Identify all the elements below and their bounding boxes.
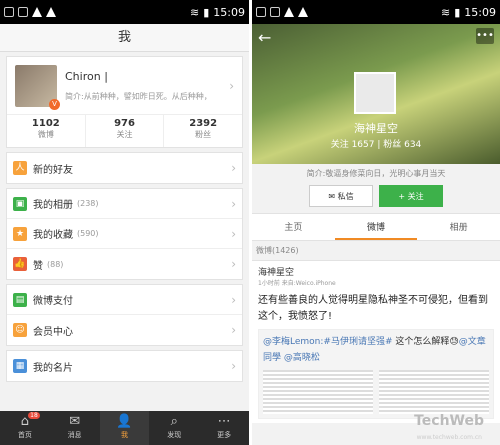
back-arrow-icon[interactable]: ← [258, 28, 271, 47]
mention-link[interactable]: @李梅Lemon: [263, 337, 323, 347]
battery-icon: ▮ [454, 5, 461, 19]
menu-favorites[interactable]: ★ 我的收藏 (590) › [7, 219, 242, 249]
repost-box[interactable]: @李梅Lemon:#马伊琍请坚强# 这个怎么解释😓@文章同學 @高晓松 [258, 329, 494, 419]
photo-icon: ▣ [13, 196, 27, 211]
mail-icon: ✉ [328, 192, 338, 201]
post-author[interactable]: 海神星空 [258, 265, 494, 278]
profile-tabs: 主页 微博 相册 [252, 213, 500, 241]
chevron-right-icon: › [231, 196, 236, 211]
user-profile-screen: ≋ ▮ 15:09 ← ••• 海神星空 关注 1657 | 粉丝 634 简介… [252, 0, 500, 445]
follow-stats: 关注 1657 | 粉丝 634 [330, 140, 422, 150]
user-icon: 人 [13, 161, 27, 175]
home-icon: ⌂ [20, 414, 30, 429]
profile-bio: 简介:从前种种，譬如昨日死。从后种种， [65, 91, 212, 101]
notification-icon [4, 7, 14, 17]
avatar[interactable] [354, 72, 396, 114]
clock: 15:09 [464, 5, 496, 19]
profile-bio: 简介:敬逼身修菜向日，光明心事月当天 [306, 169, 446, 178]
menu-vip[interactable]: ☺ 会员中心 › [7, 315, 242, 345]
clock: 15:09 [213, 5, 245, 19]
chevron-right-icon: › [231, 257, 236, 271]
tab-home[interactable]: 主页 [252, 214, 335, 240]
stat-followers[interactable]: 2392 粉丝 [164, 115, 242, 147]
wifi-icon: ≋ [441, 5, 451, 19]
tab-album[interactable]: 相册 [417, 214, 500, 240]
battery-icon: ▮ [203, 5, 210, 19]
post-image[interactable] [263, 370, 373, 414]
chevron-right-icon: › [231, 323, 236, 337]
menu-group-friends: 人 新的好友 › [6, 152, 243, 184]
tab-discover[interactable]: ⌕ 发现 [149, 411, 199, 445]
chevron-right-icon: › [231, 161, 236, 175]
watermark-url: www.techweb.com.cn [416, 434, 482, 441]
menu-likes[interactable]: 👍 赞 (88) › [7, 249, 242, 279]
bottom-tab-bar: 18 ⌂ 首页 ✉ 消息 👤 我 ⌕ 发现 ⋯ 更多 [0, 411, 249, 445]
menu-new-friends[interactable]: 人 新的好友 › [7, 153, 242, 183]
verified-icon: V [49, 98, 60, 110]
wallet-icon: ▤ [13, 292, 27, 307]
profile-name: Chiron | [65, 69, 108, 83]
menu-group-services: ▤ 微博支付 › ☺ 会员中心 › [6, 284, 243, 346]
tab-weibo[interactable]: 微博 [334, 214, 418, 240]
vip-icon: ☺ [13, 323, 27, 337]
status-bar: ≋ ▮ 15:09 [252, 0, 500, 24]
status-bar: ≋ ▮ 15:09 [0, 0, 249, 24]
chevron-right-icon: › [231, 292, 236, 307]
weibo-count: 微博(1426) [256, 246, 299, 255]
emoji-icon: 😓 [449, 337, 459, 347]
person-icon: 👤 [116, 414, 133, 429]
tab-more[interactable]: ⋯ 更多 [199, 411, 249, 445]
more-icon[interactable]: ••• [476, 28, 494, 44]
action-bar: ✉ 私信 + 关注 [252, 183, 500, 213]
profile-name: 海神星空 [354, 122, 398, 135]
watermark-logo: TechWeb [414, 413, 484, 429]
unread-badge: 18 [28, 412, 40, 419]
profile-card[interactable]: V Chiron | 简介:从前种种，譬如昨日死。从后种种， › 1102 微博… [6, 56, 243, 148]
tab-home[interactable]: 18 ⌂ 首页 [0, 411, 50, 445]
chevron-right-icon: › [231, 359, 236, 373]
menu-group-card: ▦ 我的名片 › [6, 350, 243, 382]
cover-image: ← ••• 海神星空 关注 1657 | 粉丝 634 [252, 24, 500, 164]
warning-icon [32, 7, 42, 17]
wifi-icon: ≋ [190, 5, 200, 19]
menu-card[interactable]: ▦ 我的名片 › [7, 351, 242, 381]
star-icon: ★ [13, 226, 27, 241]
shield-icon [18, 7, 28, 17]
follow-button[interactable]: + 关注 [379, 185, 443, 207]
hashtag-link[interactable]: #马伊琍请坚强# [323, 337, 392, 347]
chevron-right-icon: › [231, 226, 236, 241]
post-card[interactable]: 海神星空 1小时前 来自:Weico.iPhone 还有些善良的人觉得明星隐私神… [252, 260, 500, 423]
stat-following[interactable]: 976 关注 [86, 115, 165, 147]
thumbs-up-icon: 👍 [13, 257, 27, 271]
post-meta: 1小时前 来自:Weico.iPhone [258, 280, 336, 287]
warning-icon [46, 7, 56, 17]
menu-pay[interactable]: ▤ 微博支付 › [7, 285, 242, 315]
more-icon: ⋯ [217, 414, 231, 429]
post-image[interactable] [379, 370, 489, 414]
mail-icon: ✉ [69, 414, 81, 429]
search-icon: ⌕ [170, 414, 178, 429]
tab-messages[interactable]: ✉ 消息 [50, 411, 100, 445]
me-screen: ≋ ▮ 15:09 我 V Chiron | 简介:从前种种，譬如昨日死。从后种… [0, 0, 249, 445]
mention-link[interactable]: @高晓松 [284, 353, 320, 363]
warning-icon [298, 7, 308, 17]
chevron-right-icon: › [229, 78, 234, 93]
qrcode-icon: ▦ [13, 359, 27, 373]
menu-album[interactable]: ▣ 我的相册 (238) › [7, 189, 242, 219]
stat-weibo[interactable]: 1102 微博 [7, 115, 86, 147]
warning-icon [284, 7, 294, 17]
message-button[interactable]: ✉ 私信 [309, 185, 373, 207]
page-title: 我 [0, 24, 249, 52]
tab-me[interactable]: 👤 我 [99, 411, 150, 445]
avatar[interactable]: V [15, 64, 60, 110]
shield-icon [270, 7, 280, 17]
notification-icon [256, 7, 266, 17]
menu-group-content: ▣ 我的相册 (238) › ★ 我的收藏 (590) › 👍 赞 (88) › [6, 188, 243, 280]
post-text: 还有些善良的人觉得明星隐私神圣不可侵犯，但看到这个，我愤怒了! [258, 295, 488, 322]
